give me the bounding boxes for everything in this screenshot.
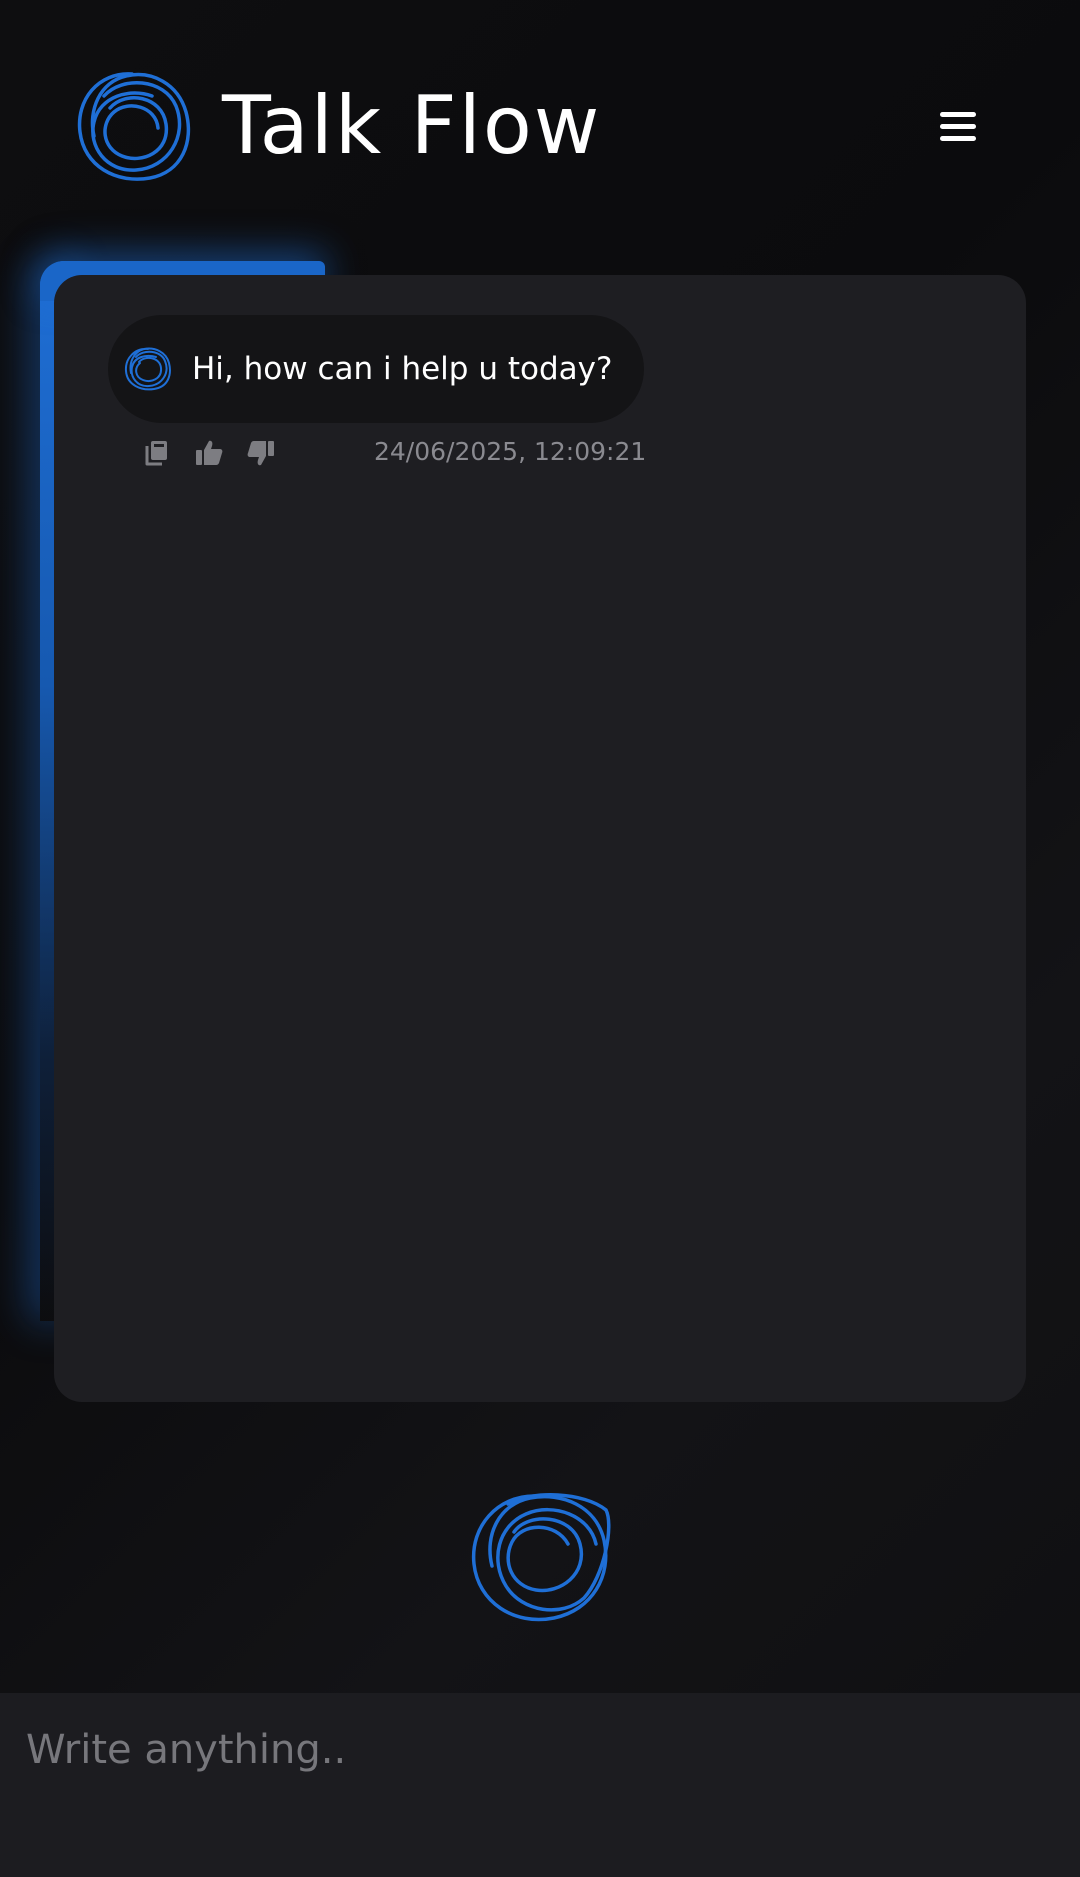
message-timestamp: 24/06/2025, 12:09:21 bbox=[374, 437, 647, 466]
bot-message-text: Hi, how can i help u today? bbox=[192, 351, 613, 387]
chat-container: Hi, how can i help u today? 24/06/2025, … bbox=[40, 261, 1026, 1402]
app-title: Talk Flow bbox=[222, 79, 602, 172]
message-input-bar bbox=[0, 1693, 1080, 1877]
scribble-circle-avatar-icon bbox=[124, 347, 171, 391]
bot-message-bubble: Hi, how can i help u today? bbox=[108, 315, 645, 423]
thumbs-down-icon[interactable] bbox=[246, 438, 276, 468]
app-header: Talk Flow bbox=[0, 0, 1080, 250]
copy-icon[interactable] bbox=[142, 438, 172, 468]
scribble-circle-orb-icon[interactable] bbox=[464, 1486, 616, 1632]
chat-panel: Hi, how can i help u today? 24/06/2025, … bbox=[54, 275, 1026, 1402]
message-actions bbox=[142, 435, 298, 471]
message-input[interactable] bbox=[26, 1715, 1046, 1785]
thumbs-up-icon[interactable] bbox=[194, 438, 224, 468]
hamburger-menu-icon[interactable] bbox=[936, 106, 984, 146]
scribble-circle-logo-icon bbox=[77, 72, 191, 181]
